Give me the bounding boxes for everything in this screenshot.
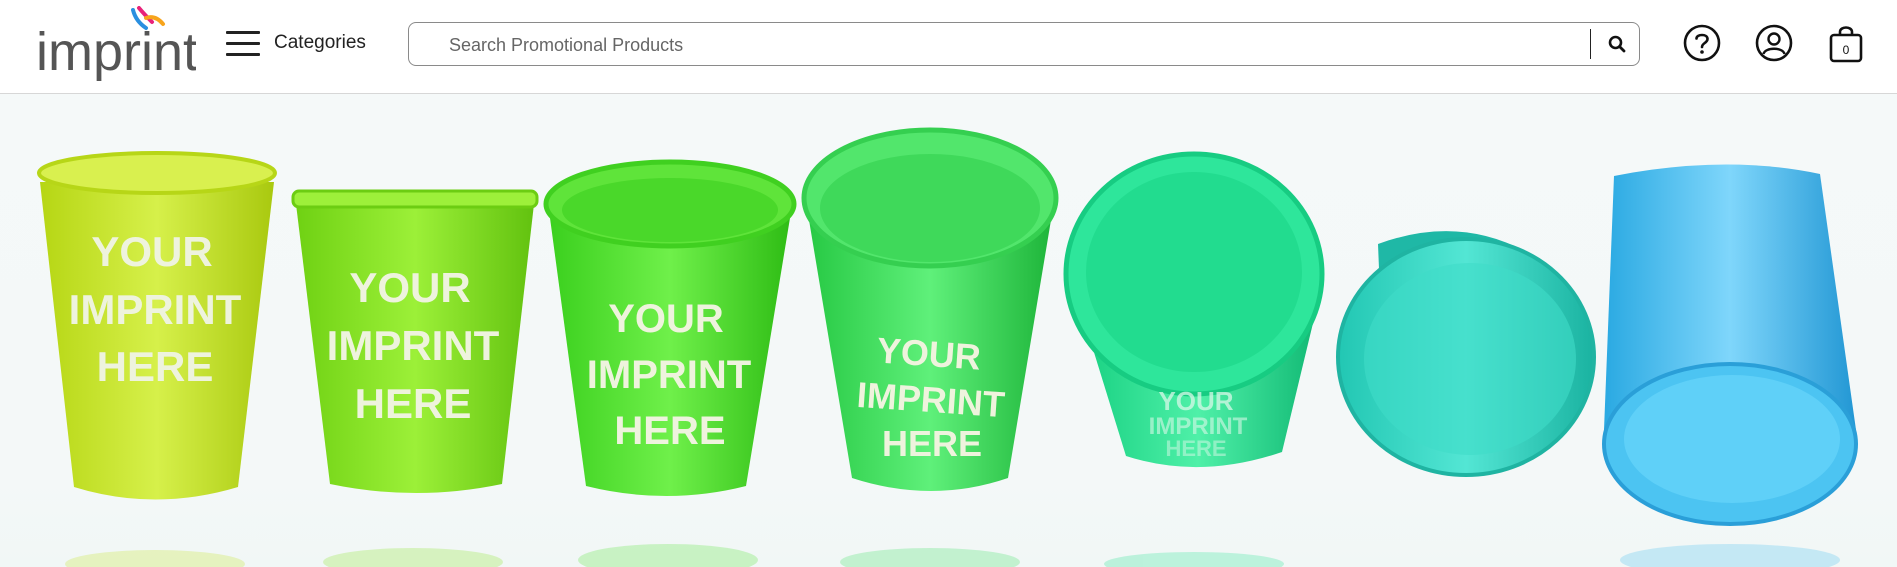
help-button[interactable] xyxy=(1681,22,1723,64)
imprint-logo-icon: imprint xyxy=(36,6,196,82)
hamburger-menu-icon xyxy=(226,29,260,57)
cup-1-print-line-1: YOUR xyxy=(91,228,212,275)
account-button[interactable] xyxy=(1753,22,1795,64)
cart-count: 0 xyxy=(1843,43,1850,57)
search-input[interactable] xyxy=(447,23,1591,67)
categories-menu-button[interactable]: Categories xyxy=(226,26,366,60)
cup-1: YOUR IMPRINT HERE xyxy=(37,151,277,500)
cup-2-print-line-2: IMPRINT xyxy=(327,322,500,369)
cup-4-print-line-3: HERE xyxy=(882,423,982,464)
cup-2-print-line-3: HERE xyxy=(355,380,472,427)
search-button[interactable] xyxy=(1595,23,1639,65)
logo-text: imprint xyxy=(36,22,196,82)
hero-cups-illustration: YOUR IMPRINT HERE YOUR IMPRINT HERE YOUR… xyxy=(37,127,1858,567)
cup-5-print-line-1: YOUR xyxy=(1158,386,1233,416)
cup-6 xyxy=(1336,231,1596,477)
cup-5: YOUR IMPRINT HERE xyxy=(1063,151,1325,468)
cup-5-print-line-3: HERE xyxy=(1165,436,1226,461)
cup-4-print-line-1: YOUR xyxy=(876,329,983,377)
cup-1-print-line-3: HERE xyxy=(97,343,214,390)
categories-label: Categories xyxy=(274,32,366,53)
help-question-icon xyxy=(1683,24,1721,62)
cup-1-print-line-2: IMPRINT xyxy=(69,286,242,333)
cup-3: YOUR IMPRINT HERE xyxy=(543,159,797,496)
cart-button[interactable]: 0 xyxy=(1825,22,1867,64)
cup-4: YOUR IMPRINT HERE xyxy=(801,127,1059,491)
user-account-icon xyxy=(1755,24,1793,62)
cup-2-print-line-1: YOUR xyxy=(349,264,470,311)
site-header: imprint Categories Search Promotional Pr… xyxy=(0,0,1897,94)
cup-3-print-line-3: HERE xyxy=(614,409,725,453)
cup-3-print-line-1: YOUR xyxy=(608,297,724,341)
hero-banner: YOUR IMPRINT HERE YOUR IMPRINT HERE YOUR… xyxy=(0,94,1897,567)
cup-7 xyxy=(1602,164,1858,526)
search-bar xyxy=(408,22,1640,67)
cup-2: YOUR IMPRINT HERE xyxy=(291,189,539,493)
search-icon xyxy=(1608,35,1626,53)
cup-3-print-line-2: IMPRINT xyxy=(587,353,751,397)
cup-reflections xyxy=(65,544,1840,567)
search-divider xyxy=(1590,29,1591,59)
imprint-logo[interactable]: imprint xyxy=(36,6,196,84)
shopping-bag-icon: 0 xyxy=(1829,26,1863,63)
